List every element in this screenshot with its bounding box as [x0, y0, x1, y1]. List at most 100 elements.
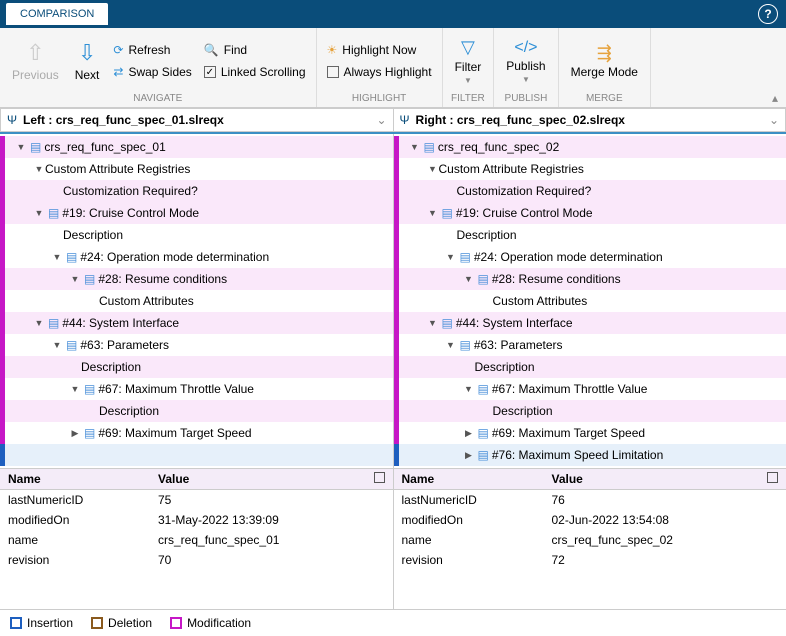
tree-node[interactable]: Customization Required?: [0, 180, 393, 202]
property-row[interactable]: modifiedOn31-May-2022 13:39:09: [0, 510, 393, 530]
caret-right-icon[interactable]: ▶: [463, 450, 475, 461]
tab-comparison[interactable]: COMPARISON: [6, 3, 108, 25]
swap-sides-button[interactable]: ⇄Swap Sides: [109, 63, 195, 81]
tree-node[interactable]: Description: [0, 356, 393, 378]
property-row[interactable]: lastNumericID76: [394, 490, 786, 510]
caret-down-icon[interactable]: ▼: [15, 142, 27, 152]
caret-down-icon[interactable]: ▼: [463, 384, 475, 394]
tree-node[interactable]: ▼▤#19: Cruise Control Mode: [0, 202, 393, 224]
caret-down-icon[interactable]: ▼: [427, 208, 439, 218]
diff-bar: [394, 378, 399, 400]
toolbar: ⇧ Previous ⇩ Next ⟳Refresh ⇄Swap Sides 🔍…: [0, 28, 786, 108]
tree-node[interactable]: Custom Attributes: [394, 290, 786, 312]
tree-node[interactable]: Description: [0, 224, 393, 246]
tree-node[interactable]: Custom Attributes: [0, 290, 393, 312]
diff-bar: [394, 158, 399, 180]
tree-node[interactable]: ▼▤#44: System Interface: [0, 312, 393, 334]
right-props: lastNumericID76modifiedOn02-Jun-2022 13:…: [394, 490, 786, 570]
document-icon: ▤: [478, 272, 489, 286]
help-button[interactable]: ?: [758, 4, 778, 24]
tree-node[interactable]: ▼▤#28: Resume conditions: [394, 268, 786, 290]
tree-node[interactable]: ▼▤#44: System Interface: [394, 312, 786, 334]
node-label: Customization Required?: [457, 184, 592, 198]
node-label: Custom Attributes: [99, 294, 194, 308]
tree-node[interactable]: Description: [394, 224, 786, 246]
node-label: Custom Attribute Registries: [439, 162, 584, 176]
caret-down-icon[interactable]: ▼: [69, 274, 81, 284]
caret-down-icon[interactable]: ▼: [427, 318, 439, 328]
tree-node[interactable]: ▼▤#24: Operation mode determination: [394, 246, 786, 268]
prop-value: 76: [552, 493, 779, 507]
chevron-down-icon[interactable]: ⌄: [769, 113, 779, 127]
caret-down-icon[interactable]: ▼: [51, 252, 63, 262]
filter-button[interactable]: ▽ Filter ▼: [449, 35, 488, 87]
tree-node[interactable]: ▼▤#19: Cruise Control Mode: [394, 202, 786, 224]
diff-bar: [394, 136, 399, 158]
legend-modification: Modification: [170, 616, 251, 630]
document-icon: ▤: [442, 206, 453, 220]
expand-icon[interactable]: [767, 472, 778, 483]
caret-down-icon[interactable]: ▼: [33, 164, 45, 174]
tree-node[interactable]: ▼▤crs_req_func_spec_02: [394, 136, 786, 158]
next-button[interactable]: ⇩ Next: [69, 38, 106, 84]
collapse-ribbon-button[interactable]: ▴: [764, 89, 786, 107]
group-navigate-label: NAVIGATE: [6, 92, 310, 105]
property-row[interactable]: revision70: [0, 550, 393, 570]
tree-node[interactable]: ▶▤#76: Maximum Speed Limitation: [394, 444, 786, 466]
caret-down-icon[interactable]: ▼: [51, 340, 63, 350]
caret-down-icon[interactable]: ▼: [409, 142, 421, 152]
tree-node[interactable]: ▼Custom Attribute Registries: [0, 158, 393, 180]
always-highlight-toggle[interactable]: Always Highlight: [323, 63, 436, 81]
caret-down-icon[interactable]: ▼: [33, 318, 45, 328]
caret-right-icon[interactable]: ▶: [69, 428, 81, 439]
tree-node[interactable]: ▼Custom Attribute Registries: [394, 158, 786, 180]
group-publish-label: PUBLISH: [500, 92, 551, 105]
property-row[interactable]: lastNumericID75: [0, 490, 393, 510]
diff-bar: [0, 268, 5, 290]
tree-node[interactable]: ▼▤#28: Resume conditions: [0, 268, 393, 290]
merge-mode-button[interactable]: ⇶ Merge Mode: [565, 41, 644, 81]
arrow-down-icon: ⇩: [78, 40, 96, 66]
caret-down-icon[interactable]: ▼: [445, 252, 457, 262]
tree-node[interactable]: Description: [394, 356, 786, 378]
left-file-header[interactable]: Ψ Left : crs_req_func_spec_01.slreqx ⌄: [0, 108, 393, 132]
tree-node[interactable]: Description: [394, 400, 786, 422]
expand-icon[interactable]: [374, 472, 385, 483]
tree-node[interactable]: Description: [0, 400, 393, 422]
document-icon: ▤: [30, 140, 41, 154]
tree-node[interactable]: ▼▤#24: Operation mode determination: [0, 246, 393, 268]
col-name: Name: [402, 472, 552, 486]
left-tree[interactable]: ▼▤crs_req_func_spec_01▼Custom Attribute …: [0, 134, 393, 468]
document-icon: ▤: [478, 426, 489, 440]
right-file-title: Right : crs_req_func_spec_02.slreqx: [416, 113, 625, 127]
tree-node[interactable]: ▶▤#69: Maximum Target Speed: [394, 422, 786, 444]
right-tree[interactable]: ▼▤crs_req_func_spec_02▼Custom Attribute …: [394, 134, 786, 468]
property-row[interactable]: namecrs_req_func_spec_02: [394, 530, 786, 550]
tree-node[interactable]: ▶▤#69: Maximum Target Speed: [0, 422, 393, 444]
tree-node[interactable]: ▼▤#67: Maximum Throttle Value: [394, 378, 786, 400]
caret-down-icon[interactable]: ▼: [33, 208, 45, 218]
property-row[interactable]: revision72: [394, 550, 786, 570]
property-row[interactable]: namecrs_req_func_spec_01: [0, 530, 393, 550]
caret-right-icon[interactable]: ▶: [463, 428, 475, 439]
find-button[interactable]: 🔍Find: [200, 41, 310, 59]
refresh-button[interactable]: ⟳Refresh: [109, 41, 195, 59]
caret-down-icon[interactable]: ▼: [463, 274, 475, 284]
tree-node[interactable]: ▼▤#67: Maximum Throttle Value: [0, 378, 393, 400]
tree-node[interactable]: Customization Required?: [394, 180, 786, 202]
caret-down-icon[interactable]: ▼: [445, 340, 457, 350]
property-row[interactable]: modifiedOn02-Jun-2022 13:54:08: [394, 510, 786, 530]
tree-node[interactable]: ▼▤#63: Parameters: [0, 334, 393, 356]
checkbox-checked-icon: ✓: [204, 66, 216, 78]
caret-down-icon[interactable]: ▼: [69, 384, 81, 394]
tree-node[interactable]: ▼▤crs_req_func_spec_01: [0, 136, 393, 158]
highlight-now-button[interactable]: ☀Highlight Now: [323, 41, 436, 59]
linked-scrolling-toggle[interactable]: ✓Linked Scrolling: [200, 63, 310, 81]
tree-node[interactable]: ▼▤#63: Parameters: [394, 334, 786, 356]
chevron-down-icon[interactable]: ⌄: [376, 113, 386, 127]
caret-down-icon[interactable]: ▼: [427, 164, 439, 174]
tree-node[interactable]: [0, 444, 393, 466]
document-icon: ▤: [460, 250, 471, 264]
publish-button[interactable]: </> Publish ▼: [500, 37, 551, 86]
right-file-header[interactable]: Ψ Right : crs_req_func_spec_02.slreqx ⌄: [393, 108, 786, 132]
